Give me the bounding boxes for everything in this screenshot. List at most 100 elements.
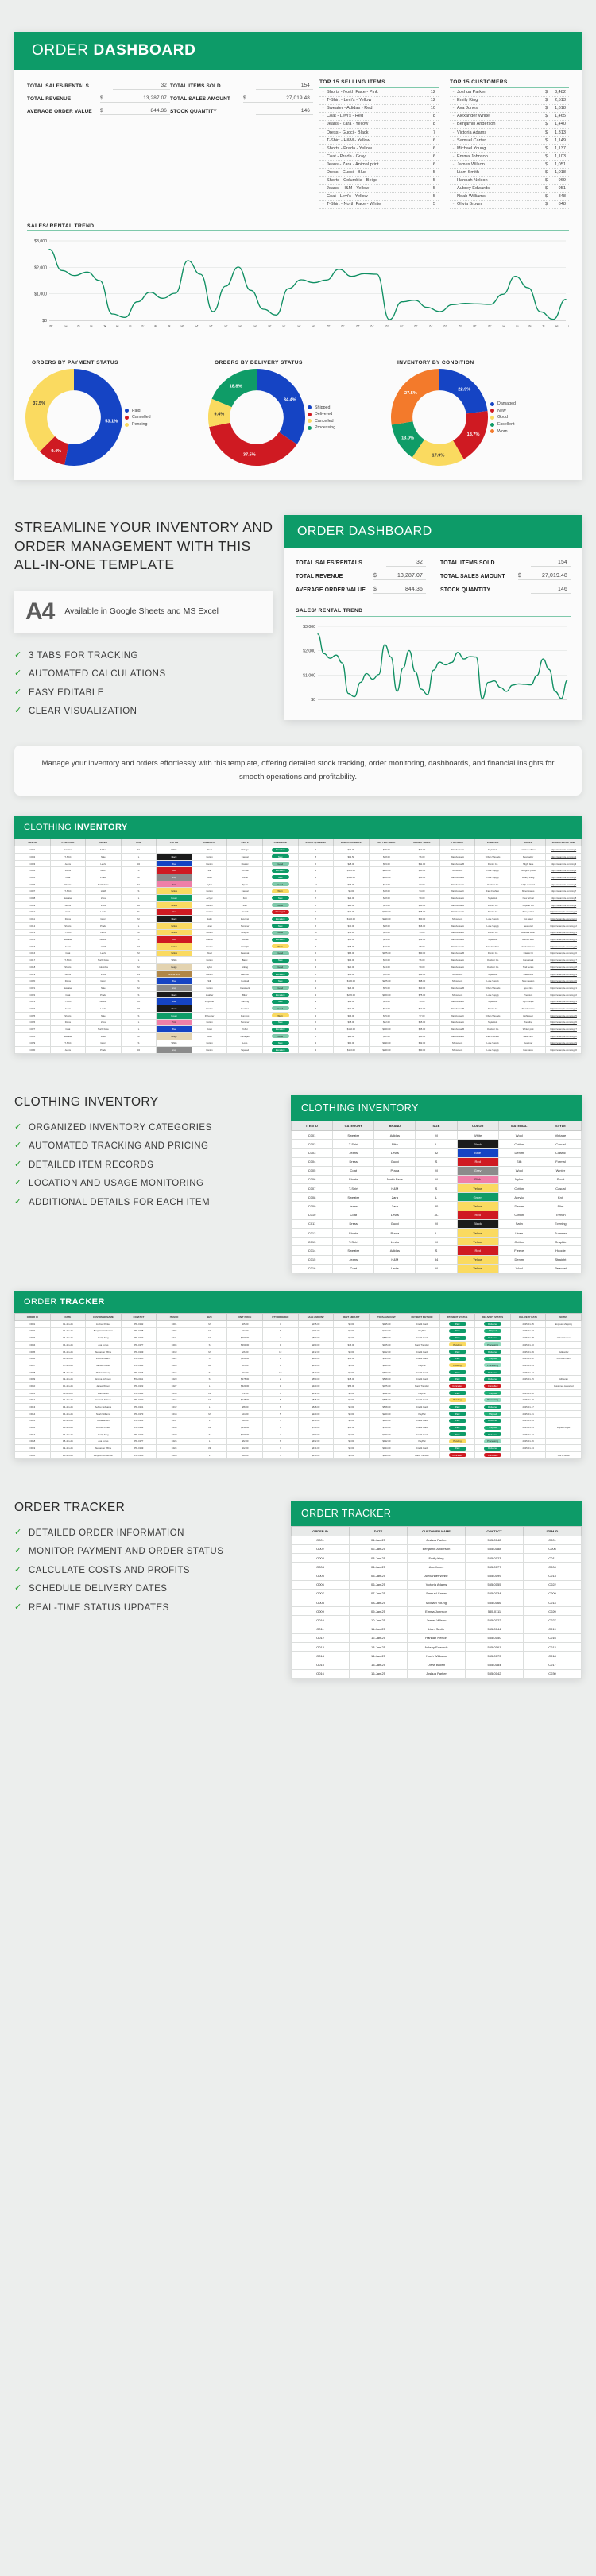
inventory-row[interactable]: C024 Jeans Levi's 33 Black Denim Bootcut Good 7 $… xyxy=(14,1005,582,1013)
tracker-row[interactable]: O007 07-Jan-25 Samuel Carter 555-0134 C009 30… xyxy=(14,1362,582,1369)
inventory-link-cell[interactable]: https://example.com/img29 xyxy=(545,1039,582,1048)
mini-inventory-row[interactable]: C009 Jeans Zara 30 Yellow Denim Slim xyxy=(290,1201,582,1211)
mini-tracker-row[interactable]: O006 06-Jan-25 Victoria Adams 555-0155 C022 xyxy=(291,1579,582,1590)
inventory-link-cell[interactable]: https://example.com/img25 xyxy=(545,1011,582,1020)
inventory-row[interactable]: C006 Shorts North Face M Pink Nylon Sport Good 1… xyxy=(14,880,582,889)
mini-inventory-row[interactable]: C001 Sweater Adidas M White Wool Vintage xyxy=(290,1129,582,1141)
inventory-link-cell[interactable]: https://example.com/img27 xyxy=(545,1025,582,1033)
inventory-link-cell[interactable]: https://example.com/img22 xyxy=(545,990,582,999)
inventory-row[interactable]: C010 Coat Levi's XL Red Cotton Trench Damaged 2 $… xyxy=(14,908,582,916)
mini-inventory-row[interactable]: C010 Coat Levi's XL Red Cotton Trench xyxy=(290,1210,582,1220)
inventory-row[interactable]: C025 Shorts Nike S Green Polyester Running Worn… xyxy=(14,1011,582,1020)
inventory-row[interactable]: C008 Sweater Zara L Green Acrylic Knit New 7 $22.… xyxy=(14,894,582,902)
mini-tracker-row[interactable]: O004 04-Jan-25 Ava Jones 555-0177 C004 xyxy=(291,1562,582,1572)
inventory-link-cell[interactable]: https://example.com/img9 xyxy=(545,901,582,909)
tracker-row[interactable]: O011 11-Jan-25 Liam Smith 555-0144 C019 31 $72… xyxy=(14,1389,582,1397)
tracker-row[interactable]: O005 05-Jan-25 Alexander White 555-0199 C013… xyxy=(14,1347,582,1356)
mini-tracker-row[interactable]: O003 03-Jan-25 Emily King 555-0123 C011 xyxy=(291,1553,582,1563)
inventory-link-cell[interactable]: https://example.com/img18 xyxy=(545,963,582,971)
mini-inventory-row[interactable]: C013 T-Shirt Levi's M Yellow Cotton Graphic xyxy=(290,1237,582,1247)
tracker-row[interactable]: O006 06-Jan-25 Victoria Adams 555-0155 C022 S… xyxy=(14,1354,582,1363)
inventory-link-cell[interactable]: https://example.com/img3 xyxy=(545,859,582,868)
tracker-row[interactable]: O009 09-Jan-25 Emma Johnson 555-0111 C020 S $2… xyxy=(14,1375,582,1384)
inventory-row[interactable]: C005 Coat Prada M Gray Wool Winter New 4 $180.00 $… xyxy=(14,874,582,881)
inventory-row[interactable]: C029 T-Shirt Gucci S White Cotton Logo New 4 $90.… xyxy=(14,1039,582,1048)
mini-inventory-row[interactable]: C011 Dress Gucci M Black Satin Evening xyxy=(290,1218,582,1230)
inventory-row[interactable]: C023 T-Shirt Adidas XL Blue Polyester Training… xyxy=(14,997,582,1006)
mini-inventory-row[interactable]: C016 Coat Levi's M Yellow Wool Peacoat xyxy=(290,1263,582,1273)
mini-inventory-row[interactable]: C005 Coat Prada M Gray Wool Winter xyxy=(290,1165,582,1176)
inventory-link-cell[interactable]: https://example.com/img24 xyxy=(545,1005,582,1013)
inventory-link-cell[interactable]: https://example.com/img30 xyxy=(545,1046,582,1054)
tracker-row[interactable]: O012 12-Jan-25 Hannah Nelson 555-0150 C016 M $… xyxy=(14,1396,582,1404)
inventory-link-cell[interactable]: https://example.com/img2 xyxy=(545,853,582,861)
tracker-row[interactable]: O016 16-Jan-25 Joshua Parker 555-0142 C030 32… xyxy=(14,1424,582,1431)
inventory-row[interactable]: C020 Dress Gucci S Blue Silk Cocktail New 5 $130.… xyxy=(14,977,582,986)
inventory-row[interactable]: C016 Coat Levi's M Yellow Wool Peacoat Good 5 $85… xyxy=(14,949,582,958)
mini-tracker-row[interactable]: O015 15-Jan-25 Olivia Brown 555-0184 C017 xyxy=(291,1660,582,1670)
inventory-link-cell[interactable]: https://example.com/img20 xyxy=(545,977,582,986)
tracker-row[interactable]: O004 04-Jan-25 Ava Jones 555-0177 C004 S $260.… xyxy=(14,1341,582,1349)
tracker-row[interactable]: O001 01-Jan-25 Joshua Parker 555-0142 C001 M $… xyxy=(14,1319,582,1328)
inventory-row[interactable]: C021 Sweater Nike M Gray Cotton Crewneck Good 4 $… xyxy=(14,984,582,992)
inventory-link-cell[interactable]: https://example.com/img19 xyxy=(545,970,582,978)
inventory-link-cell[interactable]: https://example.com/img15 xyxy=(545,942,582,951)
inventory-link-cell[interactable]: https://example.com/img23 xyxy=(545,997,582,1006)
mini-inventory-row[interactable]: C004 Dress Gucci S Red Silk Formal xyxy=(290,1156,582,1167)
inventory-link-cell[interactable]: https://example.com/img21 xyxy=(545,984,582,992)
inventory-link-cell[interactable]: https://example.com/img28 xyxy=(545,1032,582,1040)
mini-tracker-row[interactable]: O009 09-Jan-25 Emma Johnson 555-0111 C020 xyxy=(291,1606,582,1617)
mini-inventory-row[interactable]: C002 T-Shirt Nike L Black Cotton Casual xyxy=(290,1139,582,1149)
mini-tracker-row[interactable]: O007 07-Jan-25 Samuel Carter 555-0134 C009 xyxy=(291,1588,582,1599)
mini-inventory-table[interactable]: ITEM ID CATEGORY BRAND SIZE COLOR MATERIAL STY… xyxy=(290,1120,582,1273)
inventory-row[interactable]: C030 Jeans Prada 32 Gray Denim Tapered Excellen… xyxy=(14,1046,582,1054)
mini-tracker-row[interactable]: O001 01-Jan-25 Joshua Parker 555-0142 C001 xyxy=(291,1535,582,1545)
inventory-row[interactable]: C017 T-Shirt North Face L White Cotton Basic Ne… xyxy=(14,956,582,964)
inventory-row[interactable]: C001 Sweater Adidas M White Wool Vintage Excell… xyxy=(14,846,582,854)
mini-inventory-row[interactable]: C014 Sweater Adidas S Red Fleece Hoodie xyxy=(290,1245,582,1256)
mini-inventory-row[interactable]: C015 Jeans H&M 34 Yellow Denim Straight xyxy=(290,1254,582,1265)
inventory-row[interactable]: C014 Sweater Adidas S Red Fleece Hoodie Excelle… xyxy=(14,935,582,943)
inventory-link-cell[interactable]: https://example.com/img5 xyxy=(545,874,582,881)
tracker-row[interactable]: O002 02-Jan-25 Benjamin Anderson 555-0188 C0… xyxy=(14,1327,582,1335)
inventory-link-cell[interactable]: https://example.com/img10 xyxy=(545,908,582,916)
mini-tracker-table[interactable]: ORDER ID DATE CUSTOMER NAME CONTACT ITEM ID … xyxy=(291,1525,582,1679)
inventory-link-cell[interactable]: https://example.com/img4 xyxy=(545,866,582,875)
mini-inventory-row[interactable]: C003 Jeans Levi's 32 Blue Denim Classic xyxy=(290,1148,582,1158)
mini-tracker-row[interactable]: O013 13-Jan-25 Aubrey Edwards 555-0161 C012 xyxy=(291,1641,582,1652)
tracker-row[interactable]: O014 14-Jan-25 Noah Williams 555-0173 C018 M $… xyxy=(14,1409,582,1418)
mini-inventory-row[interactable]: C008 Sweater Zara L Green Acrylic Knit xyxy=(290,1192,582,1203)
tracker-row[interactable]: O018 18-Jan-25 Ava Jones 555-0177 C026 L $82.0… xyxy=(14,1437,582,1446)
inventory-row[interactable]: C003 Jeans Levi's 32 Blue Denim Classic Good 6 $2… xyxy=(14,859,582,868)
inventory-row[interactable]: C018 Shorts Columbia M Beige Nylon Hiking Good 5… xyxy=(14,963,582,971)
inventory-row[interactable]: C007 T-Shirt H&M S Yellow Cotton Casual Worn 6 $8… xyxy=(14,887,582,896)
mini-inventory-row[interactable]: C006 Shorts North Face M Pink Nylon Sport xyxy=(290,1174,582,1185)
inventory-row[interactable]: C009 Jeans Zara 30 Yellow Denim Slim Good 8 $26.0… xyxy=(14,901,582,909)
mini-inventory-row[interactable]: C007 T-Shirt H&M S Yellow Cotton Casual xyxy=(290,1183,582,1194)
inventory-row[interactable]: C013 T-Shirt Levi's M Yellow Cotton Graphic Goo… xyxy=(14,928,582,937)
inventory-link-cell[interactable]: https://example.com/img13 xyxy=(545,928,582,937)
inventory-row[interactable]: C011 Dress Gucci M Black Satin Evening Excellen… xyxy=(14,915,582,923)
tracker-row[interactable]: O015 15-Jan-25 Olivia Brown 555-0184 C017 L $3… xyxy=(14,1416,582,1425)
tracker-row[interactable]: O010 10-Jan-25 James Wilson 555-0122 C027 L $3… xyxy=(14,1382,582,1390)
inventory-link-cell[interactable]: https://example.com/img1 xyxy=(545,846,582,854)
inventory-link-cell[interactable]: https://example.com/img12 xyxy=(545,921,582,930)
inventory-link-cell[interactable]: https://example.com/img6 xyxy=(545,880,582,889)
inventory-row[interactable]: C012 Shorts Prada L Yellow Linen Summer New 6 $40… xyxy=(14,921,582,930)
inventory-link-cell[interactable]: https://example.com/img11 xyxy=(545,915,582,923)
tracker-row[interactable]: O019 19-Jan-25 Alexander White 555-0199 C024… xyxy=(14,1444,582,1452)
order-tracker-table[interactable]: ORDER ID DATE CUSTOMER NAME CONTACT ITEM ID S… xyxy=(14,1312,582,1459)
inventory-link-cell[interactable]: https://example.com/img26 xyxy=(545,1018,582,1027)
mini-inventory-row[interactable]: C012 Shorts Prada L Yellow Linen Summer xyxy=(290,1227,582,1238)
inventory-row[interactable]: C002 T-Shirt Nike L Black Cotton Casual New 8 $12… xyxy=(14,853,582,861)
mini-tracker-row[interactable]: O011 11-Jan-25 Liam Smith 555-0144 C019 xyxy=(291,1624,582,1634)
mini-tracker-row[interactable]: O008 08-Jan-25 Michael Young 555-0166 C014 xyxy=(291,1597,582,1608)
tracker-row[interactable]: O013 13-Jan-25 Aubrey Edwards 555-0161 C012 L… xyxy=(14,1403,582,1411)
inventory-row[interactable]: C004 Dress Gucci S Red Silk Formal Excellent 3 $1… xyxy=(14,866,582,875)
inventory-row[interactable]: C015 Jeans H&M 34 Yellow Denim Straight Worn 5 $1… xyxy=(14,942,582,951)
inventory-link-cell[interactable]: https://example.com/img17 xyxy=(545,956,582,964)
inventory-row[interactable]: C019 Jeans Zara 31 Animal print Denim Fashion E… xyxy=(14,970,582,978)
inventory-link-cell[interactable]: https://example.com/img14 xyxy=(545,935,582,943)
mini-tracker-row[interactable]: O016 16-Jan-25 Joshua Parker 555-0142 C030 xyxy=(291,1668,582,1679)
tracker-row[interactable]: O020 20-Jan-25 Benjamin Anderson 555-0188 C0… xyxy=(14,1451,582,1459)
